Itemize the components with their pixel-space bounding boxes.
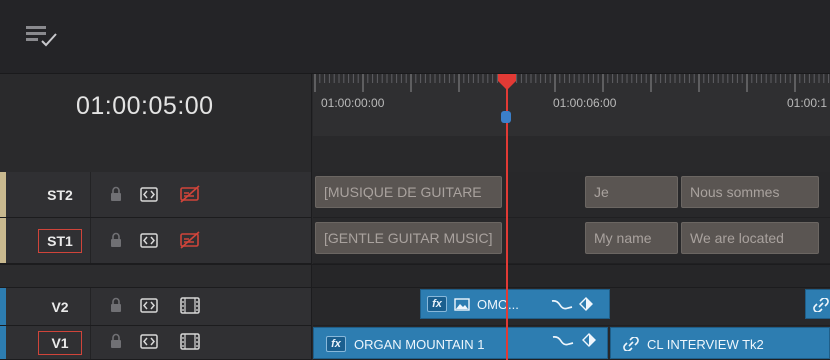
auto-select-icon[interactable]: [140, 233, 158, 248]
timeline-view-options-icon[interactable]: [26, 25, 60, 47]
track-st1: ST1 [GENTLE GUITAR MUSIC] My name We are…: [0, 218, 830, 264]
divider: [90, 288, 91, 325]
fx-badge: fx: [326, 336, 346, 352]
track-st2: ST2 [MUSIQUE DE GUITARE Je Nous sommes: [0, 172, 830, 218]
clip-name: OMO...: [477, 297, 519, 312]
divider: [90, 218, 91, 263]
divider: [90, 172, 91, 217]
track-group-gap: [0, 264, 830, 288]
timecode-panel: [0, 74, 312, 172]
clip-name: ORGAN MOUNTAIN 1: [354, 337, 485, 352]
lock-icon[interactable]: [108, 232, 124, 248]
video-clip[interactable]: fx ORGAN MOUNTAIN 1: [313, 327, 608, 359]
subtitle-clip[interactable]: [MUSIQUE DE GUITARE: [315, 176, 502, 208]
ruler-label-end: 01:00:1: [787, 96, 828, 110]
timecode-display[interactable]: 01:00:05:00: [76, 92, 262, 121]
curve-icon: [552, 335, 574, 346]
keyframe-icon: [579, 297, 593, 311]
track-color-accent: [0, 326, 6, 359]
fx-badge: fx: [427, 296, 447, 312]
ruler-label-start: 01:00:00:00: [321, 96, 385, 110]
track-area-v2: fx OMO...: [313, 288, 830, 326]
track-header-st1: ST1: [0, 218, 312, 264]
curve-icon: [551, 299, 573, 310]
track-header-v1: V1: [0, 326, 312, 360]
track-name-v1[interactable]: V1: [38, 331, 82, 355]
link-icon: [623, 337, 639, 351]
track-area-v1: fx ORGAN MOUNTAIN 1 CL INTERVIEW Tk2: [313, 326, 830, 360]
playhead-position-marker: [501, 111, 511, 123]
auto-select-icon[interactable]: [140, 187, 158, 202]
track-v1: V1 fx ORGAN MOUNTAIN 1 CL INTERVIEW Tk2: [0, 326, 830, 360]
gap-header: [0, 265, 312, 287]
track-name-v2[interactable]: V2: [38, 296, 82, 320]
playhead-line[interactable]: [506, 84, 508, 360]
keyframe-icon: [582, 333, 596, 347]
video-clip[interactable]: [805, 289, 830, 319]
subtitle-track-disabled-icon[interactable]: [179, 231, 201, 249]
video-clip[interactable]: CL INTERVIEW Tk2: [610, 327, 830, 359]
track-color-accent: [0, 288, 6, 325]
subtitle-clip[interactable]: Je: [585, 176, 678, 208]
track-color-accent: [0, 218, 6, 263]
lock-icon[interactable]: [108, 297, 124, 313]
subtitle-clip[interactable]: We are located: [681, 222, 819, 254]
track-header-v2: V2: [0, 288, 312, 326]
track-area-st2: [MUSIQUE DE GUITARE Je Nous sommes: [313, 172, 830, 218]
ruler-ticks: [314, 74, 830, 92]
subtitle-clip[interactable]: Nous sommes: [681, 176, 819, 208]
video-clip[interactable]: fx OMO...: [420, 289, 610, 319]
ruler-label-mid: 01:00:06:00: [553, 96, 617, 110]
lock-icon[interactable]: [108, 333, 124, 349]
clip-name: CL INTERVIEW Tk2: [647, 337, 764, 352]
playhead-handle[interactable]: [497, 74, 517, 90]
subtitle-track-disabled-icon[interactable]: [179, 185, 201, 203]
timeline-ruler[interactable]: 01:00:00:00 01:00:06:00 01:00:1: [313, 74, 830, 136]
track-header-st2: ST2: [0, 172, 312, 218]
timeline-toolbar: [0, 0, 830, 74]
track-name-st1[interactable]: ST1: [38, 229, 82, 253]
link-icon: [813, 298, 829, 312]
lock-icon[interactable]: [108, 186, 124, 202]
film-strip-icon[interactable]: [180, 333, 200, 350]
track-area-st1: [GENTLE GUITAR MUSIC] My name We are loc…: [313, 218, 830, 264]
image-icon: [454, 298, 470, 311]
film-strip-icon[interactable]: [180, 297, 200, 314]
subtitle-clip[interactable]: [GENTLE GUITAR MUSIC]: [315, 222, 502, 254]
auto-select-icon[interactable]: [140, 334, 158, 349]
auto-select-icon[interactable]: [140, 298, 158, 313]
divider: [90, 326, 91, 359]
track-color-accent: [0, 172, 6, 217]
ruler-subheader: [313, 136, 830, 172]
subtitle-clip[interactable]: My name: [585, 222, 678, 254]
track-name-st2[interactable]: ST2: [38, 184, 82, 208]
track-v2: V2 fx OMO...: [0, 288, 830, 326]
